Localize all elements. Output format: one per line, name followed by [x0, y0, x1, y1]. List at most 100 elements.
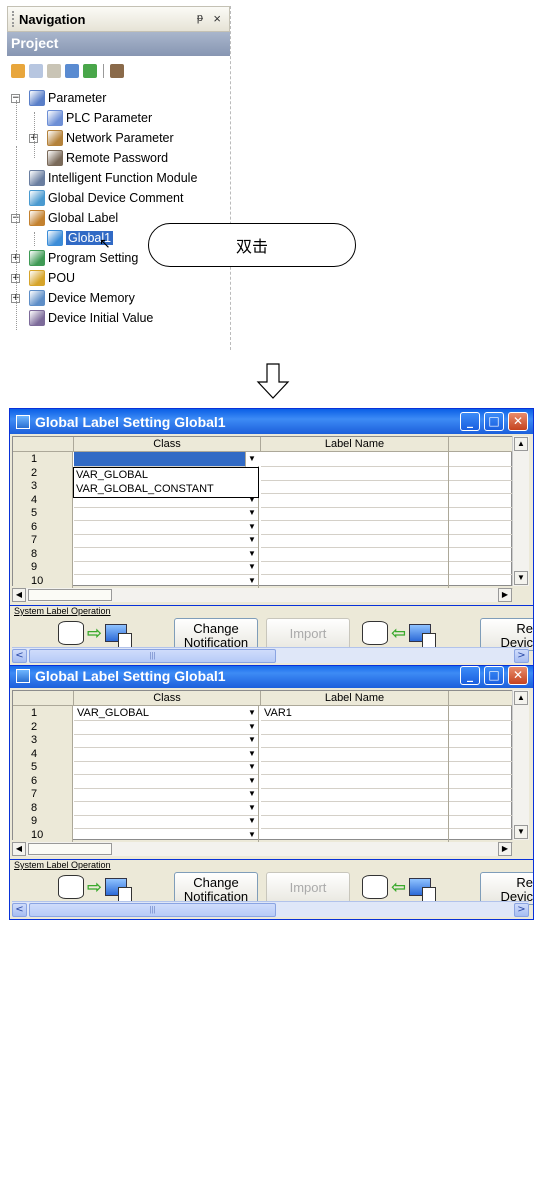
dropdown-arrow-icon[interactable]: ▼ [246, 533, 258, 547]
extra-cell[interactable] [449, 574, 513, 589]
column-header-extra[interactable] [449, 437, 513, 452]
scroll-thumb[interactable]: ||| [29, 903, 276, 917]
scroll-right-button[interactable]: ▶ [498, 588, 512, 602]
dropdown-option[interactable]: VAR_GLOBAL [76, 468, 258, 482]
pou-icon [29, 270, 45, 286]
scroll-down-button[interactable]: ▼ [514, 571, 528, 585]
tree-item[interactable]: Network Parameter [47, 128, 174, 148]
tree-item[interactable]: Device Initial Value [29, 308, 153, 328]
tree-item-label: Device Memory [48, 291, 135, 305]
database-icon [362, 621, 388, 645]
tree-item[interactable]: Parameter [29, 88, 106, 108]
tree-connector [16, 146, 17, 248]
tree-item-label: Program Setting [48, 251, 139, 265]
down-arrow-icon [256, 363, 290, 399]
horizontal-scrollbar[interactable]: ◀ ▶ [12, 588, 512, 602]
close-icon[interactable]: × [213, 11, 221, 26]
tree-item[interactable]: Intelligent Function Module [29, 168, 197, 188]
drag-grip-icon[interactable] [12, 11, 15, 27]
tree-item-label: Global Label [48, 211, 119, 225]
dropdown-option[interactable]: VAR_GLOBAL_CONSTANT [76, 482, 258, 496]
scroll-left-button[interactable]: < [12, 903, 27, 917]
window-titlebar[interactable]: Global Label Setting Global1 _ □ ✕ [10, 663, 533, 688]
import-icon-group: ⇦ [362, 618, 437, 649]
class-dropdown-list[interactable]: VAR_GLOBAL VAR_GLOBAL_CONSTANT [73, 467, 259, 498]
minimize-button[interactable]: _ [460, 666, 480, 685]
window-titlebar[interactable]: Global Label Setting Global1 _ □ ✕ [10, 409, 533, 434]
dropdown-arrow-icon[interactable]: ▼ [246, 733, 258, 747]
class-cell[interactable] [74, 573, 259, 589]
close-button[interactable]: ✕ [508, 412, 528, 431]
row-number[interactable]: 10 [13, 573, 73, 589]
scroll-thumb[interactable] [28, 843, 112, 855]
label-name-cell[interactable] [261, 827, 449, 843]
tree-item[interactable]: PLC Parameter [47, 108, 152, 128]
dropdown-arrow-icon[interactable]: ▼ [246, 706, 258, 720]
dropdown-arrow-icon[interactable]: ▼ [246, 760, 258, 774]
dropdown-arrow-icon[interactable]: ▼ [246, 814, 258, 828]
scroll-up-button[interactable]: ▲ [514, 437, 528, 451]
dropdown-arrow-icon[interactable]: ▼ [246, 547, 258, 561]
dropdown-arrow-icon[interactable]: ▼ [246, 560, 258, 574]
scroll-right-button[interactable]: > [514, 649, 529, 663]
row-number[interactable]: 10 [13, 827, 73, 843]
scroll-up-button[interactable]: ▲ [514, 691, 528, 705]
tree-item[interactable]: Global Device Comment [29, 188, 183, 208]
project-bar[interactable]: Project [7, 32, 230, 56]
app-icon [16, 668, 30, 683]
dropdown-arrow-icon[interactable]: ▼ [246, 506, 258, 520]
scroll-left-button[interactable]: ◀ [12, 588, 26, 602]
maximize-button[interactable]: □ [484, 666, 504, 685]
paste-icon[interactable] [47, 64, 61, 78]
dropdown-arrow-icon[interactable]: ▼ [246, 787, 258, 801]
dropdown-arrow-icon[interactable]: ▼ [246, 452, 258, 466]
scroll-left-button[interactable]: ◀ [12, 842, 26, 856]
column-header-label-name[interactable]: Label Name [261, 437, 449, 452]
minimize-button[interactable]: _ [460, 412, 480, 431]
vertical-scrollbar[interactable]: ▲ ▼ [512, 436, 529, 586]
tree-connector [34, 232, 35, 246]
dropdown-arrow-icon[interactable]: ▼ [246, 520, 258, 534]
scroll-down-button[interactable]: ▼ [514, 825, 528, 839]
program-setting-icon [29, 250, 45, 266]
maximize-button[interactable]: □ [484, 412, 504, 431]
dropdown-arrow-icon[interactable]: ▼ [246, 828, 258, 842]
tree-item[interactable]: POU [29, 268, 75, 288]
dropdown-arrow-icon[interactable]: ▼ [246, 720, 258, 734]
tree-item[interactable]: Program Setting [29, 248, 138, 268]
tree-item[interactable]: Device Memory [29, 288, 135, 308]
column-header-label-name[interactable]: Label Name [261, 691, 449, 706]
dropdown-arrow-icon[interactable]: ▼ [246, 774, 258, 788]
column-header-class[interactable]: Class [74, 437, 261, 452]
scroll-thumb[interactable] [28, 589, 112, 601]
column-header-extra[interactable] [449, 691, 513, 706]
scroll-left-button[interactable]: < [12, 649, 27, 663]
scroll-thumb[interactable]: ||| [29, 649, 276, 663]
scroll-right-button[interactable]: > [514, 903, 529, 917]
button-line: Change [193, 875, 239, 890]
window-title: Global Label Setting Global1 [35, 667, 226, 684]
bottom-horizontal-scrollbar[interactable]: < ||| > [12, 901, 529, 917]
computer-icon [105, 878, 133, 903]
bottom-horizontal-scrollbar[interactable]: < ||| > [12, 647, 529, 663]
vertical-scrollbar[interactable]: ▲ ▼ [512, 690, 529, 840]
label-name-cell[interactable] [261, 573, 449, 589]
tree-item[interactable]: Remote Password [47, 148, 168, 168]
refresh-icon[interactable] [83, 64, 97, 78]
extra-cell[interactable] [449, 828, 513, 843]
dropdown-arrow-icon[interactable]: ▼ [246, 801, 258, 815]
horizontal-scrollbar[interactable]: ◀ ▶ [12, 842, 512, 856]
dropdown-arrow-icon[interactable]: ▼ [246, 747, 258, 761]
search-icon[interactable] [110, 64, 124, 78]
new-icon[interactable] [11, 64, 25, 78]
copy-icon[interactable] [29, 64, 43, 78]
pin-icon[interactable]: ᵽ [197, 12, 203, 24]
properties-icon[interactable] [65, 64, 79, 78]
class-cell[interactable] [74, 827, 259, 843]
row-header-corner [13, 437, 74, 452]
column-header-class[interactable]: Class [74, 691, 261, 706]
dropdown-arrow-icon[interactable]: ▼ [246, 574, 258, 588]
tree-item[interactable]: Global Label [29, 208, 118, 228]
scroll-right-button[interactable]: ▶ [498, 842, 512, 856]
close-button[interactable]: ✕ [508, 666, 528, 685]
